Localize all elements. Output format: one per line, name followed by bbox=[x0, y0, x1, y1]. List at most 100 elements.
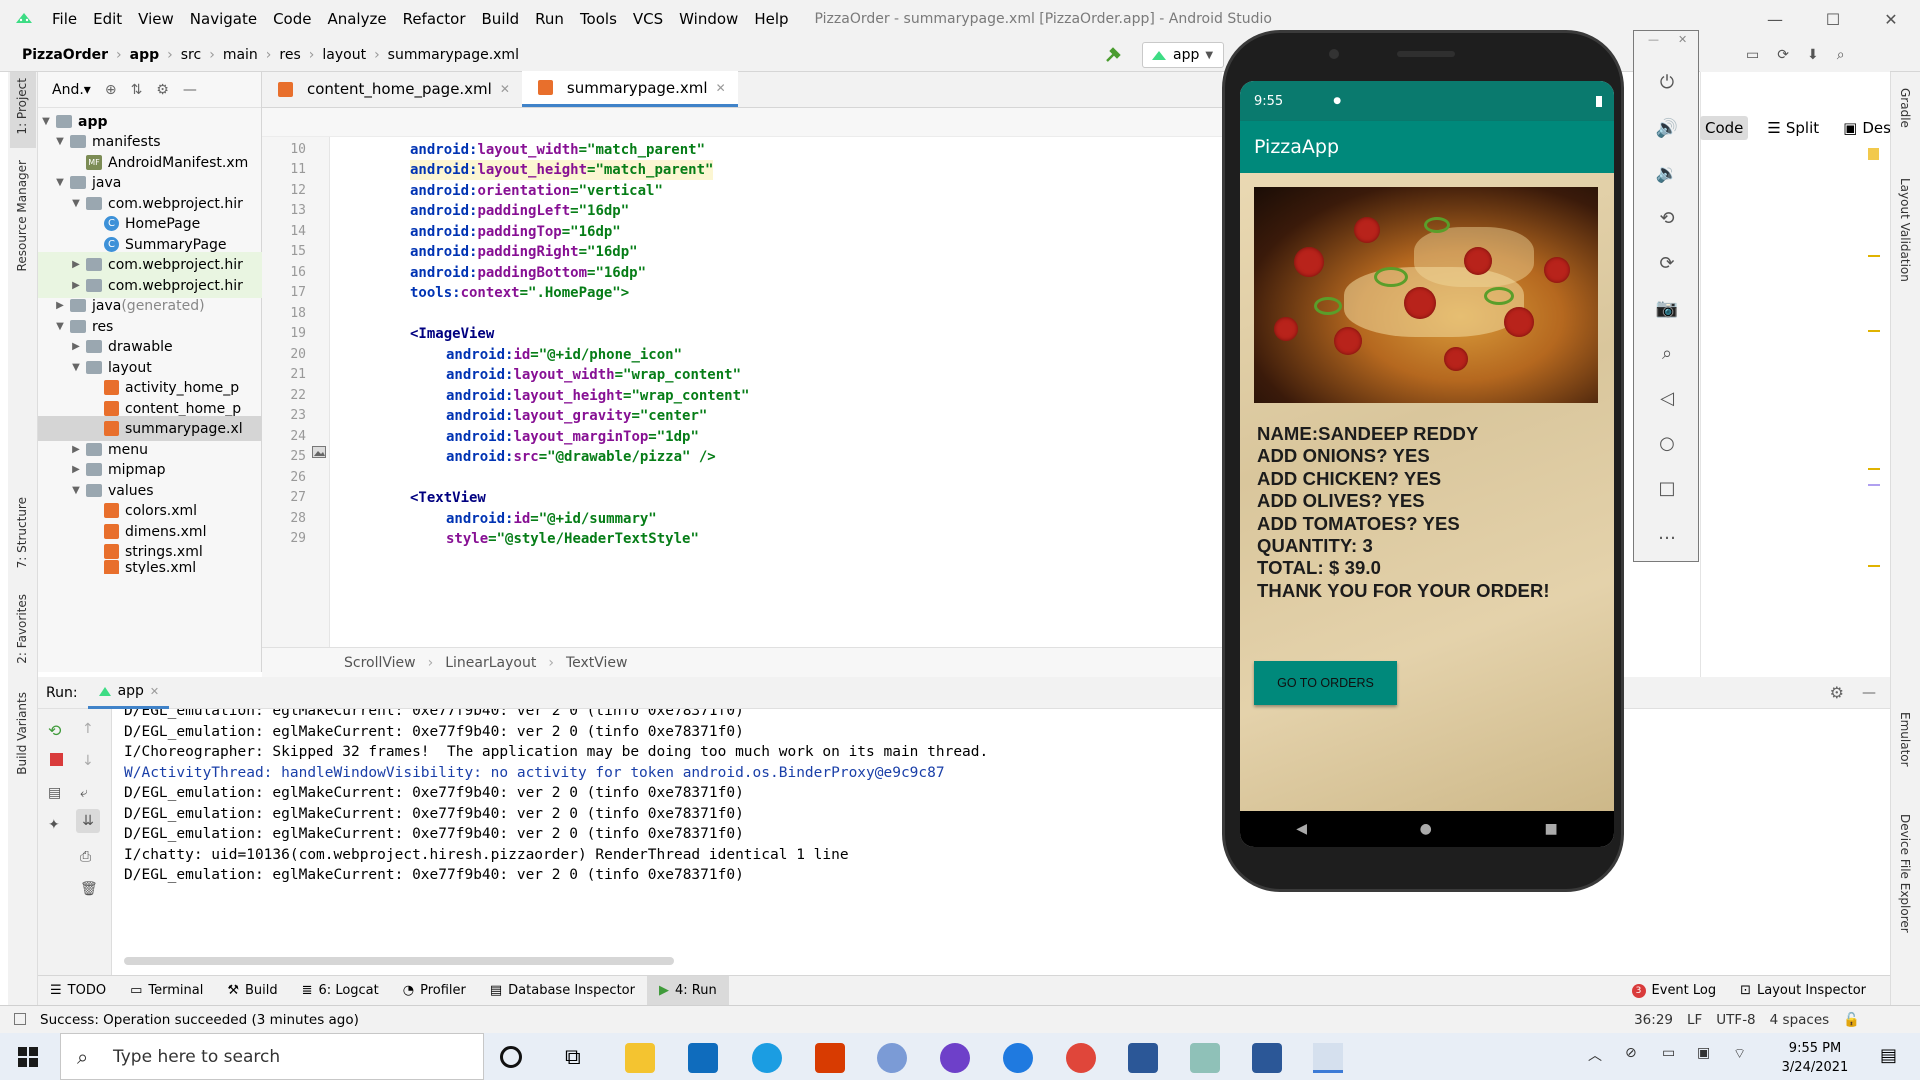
locate-icon[interactable]: ⊕ bbox=[105, 82, 117, 98]
windows-start-icon[interactable] bbox=[18, 1047, 38, 1067]
terminal-tool-button[interactable]: ▭ Terminal bbox=[118, 976, 215, 1006]
project-tool-tab[interactable]: 1: Project bbox=[15, 78, 29, 135]
breadcrumb-scrollview[interactable]: ScrollView bbox=[344, 655, 416, 671]
down-arrow-icon[interactable]: ↓ bbox=[82, 753, 94, 769]
menu-help[interactable]: Help bbox=[746, 0, 796, 38]
device-manager-icon[interactable]: ▭ bbox=[1746, 47, 1759, 63]
lock-icon[interactable]: 🔓 bbox=[1843, 1012, 1860, 1028]
hide-icon[interactable]: — bbox=[183, 82, 197, 98]
notepad-icon[interactable] bbox=[1190, 1043, 1220, 1073]
task-view-icon[interactable]: ⧉ bbox=[565, 1043, 595, 1073]
soft-wrap-icon[interactable]: ⤶ bbox=[80, 785, 88, 801]
power-icon[interactable]: ⏻ bbox=[1650, 65, 1684, 99]
chrome-icon[interactable] bbox=[1066, 1043, 1096, 1073]
database-inspector-button[interactable]: ▤ Database Inspector bbox=[478, 976, 647, 1006]
tree-item-styles[interactable]: styles.xml bbox=[38, 560, 262, 574]
rerun-icon[interactable]: ⟲ bbox=[48, 721, 61, 740]
close-emulator-icon[interactable]: ✕ bbox=[1678, 33, 1687, 46]
breadcrumb-main[interactable]: main bbox=[223, 47, 258, 63]
layout-validation-tab[interactable]: Layout Validation bbox=[1898, 178, 1912, 282]
menu-view[interactable]: View bbox=[130, 0, 182, 38]
back-icon[interactable]: ◁ bbox=[1650, 381, 1684, 415]
run-tool-button[interactable]: ▶ 4: Run bbox=[646, 975, 729, 1006]
volume-down-icon[interactable]: 🔉 bbox=[1650, 156, 1684, 190]
hammer-icon[interactable] bbox=[1104, 46, 1122, 64]
vs-code-icon[interactable] bbox=[1003, 1043, 1033, 1073]
menu-analyze[interactable]: Analyze bbox=[319, 0, 394, 38]
camera-icon[interactable]: 📷 bbox=[1650, 291, 1684, 325]
close-button[interactable]: ✕ bbox=[1862, 0, 1920, 38]
word-icon[interactable] bbox=[1128, 1043, 1158, 1073]
scroll-to-end-icon[interactable]: ⇊ bbox=[76, 809, 100, 833]
r-app-icon[interactable] bbox=[877, 1043, 907, 1073]
menu-file[interactable]: File bbox=[44, 0, 85, 38]
build-variants-tab[interactable]: Build Variants bbox=[15, 692, 29, 775]
android-studio-taskbar-icon[interactable] bbox=[1313, 1043, 1343, 1073]
emulator-tab[interactable]: Emulator bbox=[1898, 712, 1912, 767]
breadcrumb-linearlayout[interactable]: LinearLayout bbox=[445, 655, 536, 671]
recents-nav-icon[interactable]: ■ bbox=[1544, 821, 1557, 837]
rotate-left-icon[interactable]: ⟲ bbox=[1650, 201, 1684, 235]
menu-edit[interactable]: Edit bbox=[85, 0, 130, 38]
line-separator[interactable]: LF bbox=[1687, 1012, 1702, 1028]
file-encoding[interactable]: UTF-8 bbox=[1716, 1012, 1755, 1028]
clock-date[interactable]: 3/24/2021 bbox=[1765, 1060, 1865, 1075]
go-to-orders-button[interactable]: GO TO ORDERS bbox=[1254, 661, 1397, 705]
split-mode-button[interactable]: ☰ Split bbox=[1762, 116, 1824, 140]
breadcrumb-res[interactable]: res bbox=[279, 47, 300, 63]
menu-build[interactable]: Build bbox=[474, 0, 528, 38]
run-config-select[interactable]: app ▼ bbox=[1142, 42, 1224, 68]
indent-setting[interactable]: 4 spaces bbox=[1770, 1012, 1830, 1028]
battery-icon[interactable]: ▭ bbox=[1662, 1045, 1675, 1061]
gear-icon[interactable]: ⚙ bbox=[1830, 683, 1844, 702]
minimize-emulator-icon[interactable]: — bbox=[1648, 33, 1659, 46]
device-file-explorer-tab[interactable]: Device File Explorer bbox=[1898, 814, 1912, 933]
more-icon[interactable]: … bbox=[1650, 516, 1684, 550]
todo-tool-button[interactable]: ☰ TODO bbox=[38, 976, 118, 1006]
notifications-icon[interactable]: ▤ bbox=[1880, 1045, 1897, 1066]
gear-icon[interactable]: ⚙ bbox=[156, 82, 169, 98]
up-arrow-icon[interactable]: ↑ bbox=[82, 721, 94, 737]
warning-marker[interactable] bbox=[1868, 148, 1879, 160]
image-preview-icon[interactable] bbox=[312, 446, 326, 458]
resource-manager-tab[interactable]: Resource Manager bbox=[15, 160, 29, 271]
code-editor[interactable]: android:layout_width="match_parent" andr… bbox=[330, 137, 1222, 647]
home-nav-icon[interactable]: ● bbox=[1420, 821, 1432, 837]
overview-icon[interactable]: □ bbox=[1650, 471, 1684, 505]
hide-icon[interactable]: — bbox=[1862, 685, 1876, 701]
home-icon[interactable]: ○ bbox=[1650, 426, 1684, 460]
tray-chevron-icon[interactable]: ︿ bbox=[1588, 1045, 1602, 1065]
minimize-button[interactable]: — bbox=[1746, 0, 1804, 38]
file-explorer-icon[interactable] bbox=[625, 1043, 655, 1073]
github-icon[interactable] bbox=[940, 1043, 970, 1073]
close-tab-icon[interactable]: ✕ bbox=[716, 81, 726, 95]
breadcrumb-src[interactable]: src bbox=[181, 47, 201, 63]
device-screen[interactable]: 9:55 ● PizzaApp NAME:SANDEEP REDDY ADD O… bbox=[1240, 81, 1614, 847]
rotate-right-icon[interactable]: ⟳ bbox=[1650, 246, 1684, 280]
volume-up-icon[interactable]: 🔊 bbox=[1650, 111, 1684, 145]
office-icon[interactable] bbox=[815, 1043, 845, 1073]
menu-vcs[interactable]: VCS bbox=[625, 0, 671, 38]
sync-icon[interactable]: ⟳ bbox=[1777, 47, 1789, 63]
structure-tab[interactable]: 7: Structure bbox=[15, 497, 29, 568]
breadcrumb-project[interactable]: PizzaOrder bbox=[22, 47, 108, 63]
menu-tools[interactable]: Tools bbox=[572, 0, 625, 38]
wifi-icon[interactable]: ⌔ bbox=[1733, 1045, 1746, 1063]
close-tab-icon[interactable]: ✕ bbox=[150, 685, 159, 698]
favorites-tab[interactable]: 2: Favorites bbox=[15, 594, 29, 664]
menu-run[interactable]: Run bbox=[527, 0, 572, 38]
breadcrumb-layout[interactable]: layout bbox=[322, 47, 366, 63]
menu-code[interactable]: Code bbox=[265, 0, 319, 38]
print-icon[interactable]: ⎙ bbox=[80, 849, 91, 865]
code-mode-button[interactable]: Code bbox=[1700, 116, 1749, 140]
run-tab-app[interactable]: app ✕ bbox=[87, 677, 170, 709]
breadcrumb-file[interactable]: summarypage.xml bbox=[388, 47, 519, 63]
search-icon[interactable]: ⌕ bbox=[1837, 47, 1845, 63]
tab-summarypage[interactable]: summarypage.xml ✕ bbox=[521, 71, 738, 107]
network-icon[interactable]: ⊘ bbox=[1625, 1045, 1637, 1061]
zoom-icon[interactable]: ⌕ bbox=[1650, 336, 1684, 370]
menu-refactor[interactable]: Refactor bbox=[395, 0, 474, 38]
trash-icon[interactable]: 🗑 bbox=[80, 881, 98, 897]
cursor-position[interactable]: 36:29 bbox=[1634, 1012, 1673, 1028]
logcat-tool-button[interactable]: ≣ 6: Logcat bbox=[290, 976, 391, 1006]
